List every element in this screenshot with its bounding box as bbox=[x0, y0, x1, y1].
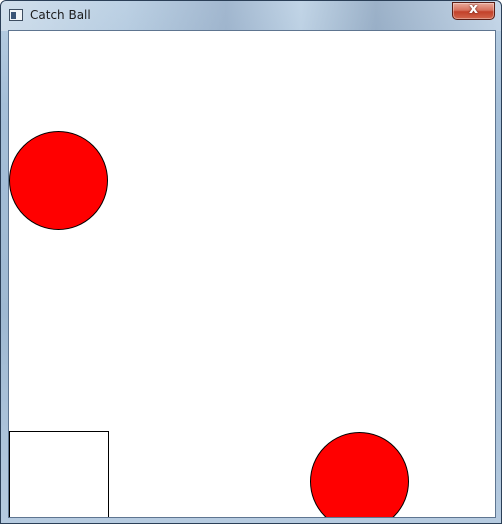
app-window-icon bbox=[9, 9, 23, 21]
title-bar[interactable]: Catch Ball x bbox=[1, 1, 501, 31]
catcher-paddle[interactable] bbox=[9, 431, 109, 517]
window-title: Catch Ball bbox=[30, 8, 91, 22]
game-canvas[interactable] bbox=[8, 30, 496, 518]
close-icon: x bbox=[468, 1, 479, 17]
close-button[interactable]: x bbox=[452, 1, 495, 20]
red-ball bbox=[9, 131, 108, 230]
red-ball bbox=[310, 432, 409, 517]
game-window: Catch Ball x bbox=[0, 0, 502, 524]
